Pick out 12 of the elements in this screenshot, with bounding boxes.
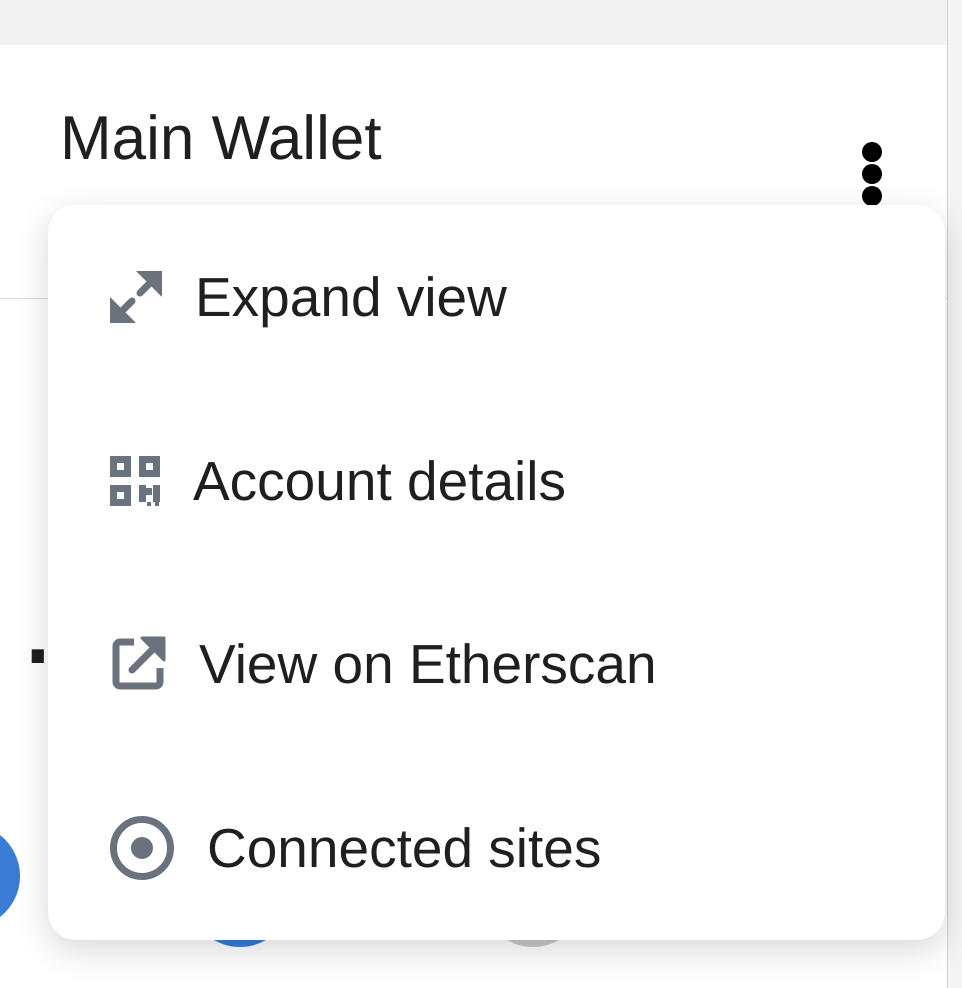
- account-name: Main Wallet: [60, 108, 382, 170]
- external-link-icon: [110, 636, 166, 692]
- round-button-icon[interactable]: [214, 940, 266, 947]
- menu-item[interactable]: Expand view: [48, 205, 945, 389]
- radio-dot-icon: [110, 816, 174, 880]
- balance-amount: .: [20, 556, 46, 684]
- menu-item[interactable]: Account details: [48, 388, 945, 572]
- more-options-icon[interactable]: [862, 142, 882, 206]
- qr-code-icon: [110, 456, 160, 506]
- expand-icon: [110, 270, 162, 323]
- menu-item[interactable]: View on Etherscan: [48, 572, 945, 756]
- menu-item[interactable]: Connected sites: [48, 756, 945, 940]
